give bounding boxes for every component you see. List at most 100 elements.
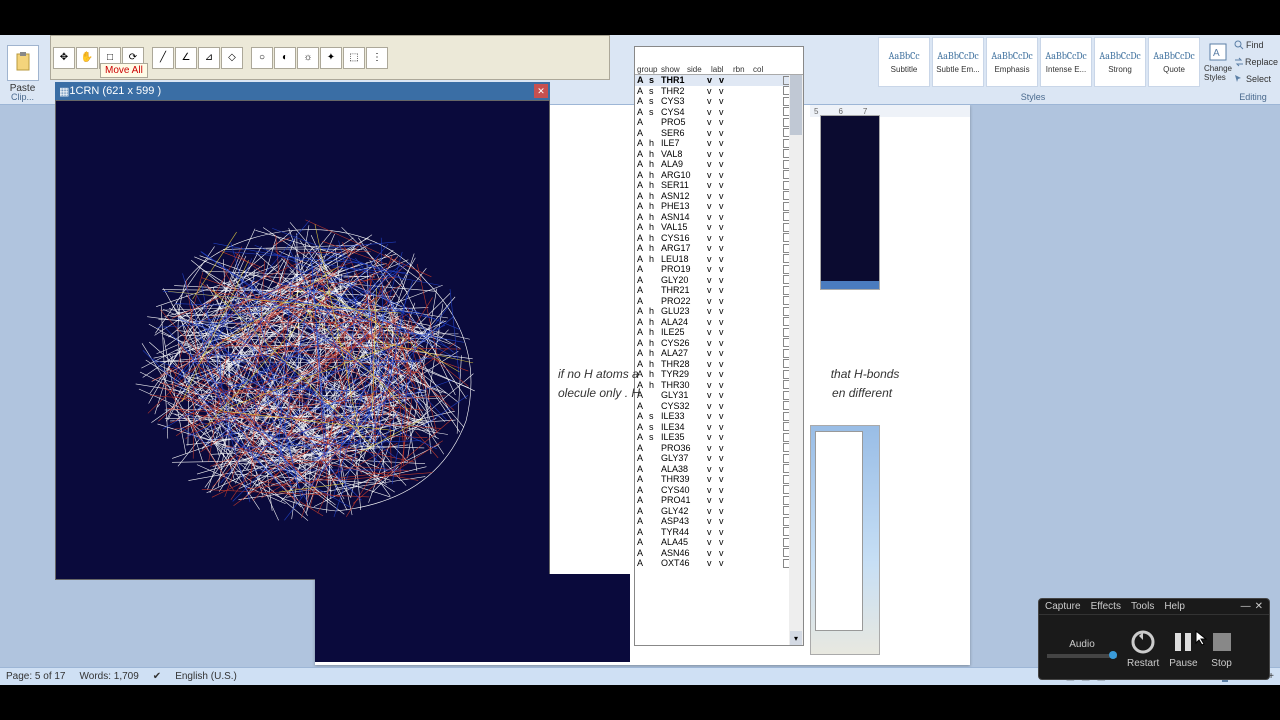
residue-row[interactable]: AGLY42vv bbox=[635, 506, 803, 517]
scroll-down-button[interactable]: ▾ bbox=[790, 631, 802, 645]
letterbox-top bbox=[0, 0, 1280, 35]
residue-row[interactable]: AALA38vv bbox=[635, 464, 803, 475]
scroll-thumb[interactable] bbox=[790, 75, 802, 135]
style-emphasis[interactable]: AaBbCcDcEmphasis bbox=[986, 37, 1038, 87]
residue-row[interactable]: AsCYS3vv bbox=[635, 96, 803, 107]
residue-row[interactable]: AhILE7vv bbox=[635, 138, 803, 149]
menu-capture[interactable]: Capture bbox=[1045, 601, 1081, 612]
viewer-close-button[interactable]: ✕ bbox=[534, 84, 548, 98]
residue-row[interactable]: APRO41vv bbox=[635, 495, 803, 506]
tool-btn-12[interactable]: ✦ bbox=[320, 47, 342, 69]
residue-row[interactable]: AhALA9vv bbox=[635, 159, 803, 170]
tool-btn-5[interactable]: ╱ bbox=[152, 47, 174, 69]
menu-help[interactable]: Help bbox=[1164, 601, 1185, 612]
pause-icon bbox=[1169, 628, 1197, 656]
residue-panel: group show side labl rbn col AsTHR1vvAsT… bbox=[634, 46, 804, 646]
letterbox-bottom bbox=[0, 685, 1280, 720]
tool-btn-13[interactable]: ⬚ bbox=[343, 47, 365, 69]
doc-text-fragment: if no H atoms axxxxxxxxxxxxxxxxxxxxxxxxx… bbox=[558, 365, 968, 403]
styles-gallery[interactable]: AaBbCcSubtitleAaBbCcDcSubtle Em...AaBbCc… bbox=[878, 37, 1200, 87]
residue-row[interactable]: ATYR44vv bbox=[635, 527, 803, 538]
residue-row[interactable]: AGLY37vv bbox=[635, 453, 803, 464]
restart-button[interactable]: Restart bbox=[1127, 628, 1159, 669]
paste-button[interactable] bbox=[7, 45, 39, 81]
residue-row[interactable]: AGLY20vv bbox=[635, 275, 803, 286]
change-styles-button[interactable]: A Change Styles bbox=[1204, 37, 1232, 87]
style-quote[interactable]: AaBbCcDcQuote bbox=[1148, 37, 1200, 87]
style-intensee[interactable]: AaBbCcDcIntense E... bbox=[1040, 37, 1092, 87]
residue-row[interactable]: AhVAL8vv bbox=[635, 149, 803, 160]
viewer-title-text: 1CRN (621 x 599 ) bbox=[69, 85, 161, 97]
residue-row[interactable]: AASP43vv bbox=[635, 516, 803, 527]
move-all-tooltip: Move All bbox=[100, 63, 148, 78]
residue-row[interactable]: AhARG17vv bbox=[635, 243, 803, 254]
residue-row[interactable]: AhARG10vv bbox=[635, 170, 803, 181]
menu-effects[interactable]: Effects bbox=[1091, 601, 1121, 612]
residue-row[interactable]: ATHR21vv bbox=[635, 285, 803, 296]
tool-btn-2[interactable]: ✋ bbox=[76, 47, 98, 69]
residue-row[interactable]: AhPHE13vv bbox=[635, 201, 803, 212]
residue-row[interactable]: AhSER11vv bbox=[635, 180, 803, 191]
tool-btn-11[interactable]: ☼ bbox=[297, 47, 319, 69]
stop-button[interactable]: Stop bbox=[1208, 628, 1236, 669]
residue-row[interactable]: AhALA27vv bbox=[635, 348, 803, 359]
tool-btn-6[interactable]: ∠ bbox=[175, 47, 197, 69]
residue-scrollbar[interactable]: ▴ ▾ bbox=[789, 75, 803, 645]
protein-mesh bbox=[106, 161, 506, 561]
pause-button[interactable]: Pause bbox=[1169, 628, 1197, 669]
audio-label: Audio bbox=[1069, 639, 1095, 650]
residue-row[interactable]: AhLEU18vv bbox=[635, 254, 803, 265]
audio-slider[interactable] bbox=[1047, 654, 1117, 658]
tool-btn-14[interactable]: ⋮ bbox=[366, 47, 388, 69]
menu-tools[interactable]: Tools bbox=[1131, 601, 1154, 612]
status-words[interactable]: Words: 1,709 bbox=[80, 671, 139, 682]
tool-btn-9[interactable]: ○ bbox=[251, 47, 273, 69]
residue-row[interactable]: ASER6vv bbox=[635, 128, 803, 139]
residue-list[interactable]: AsTHR1vvAsTHR2vvAsCYS3vvAsCYS4vvAPRO5vvA… bbox=[635, 75, 803, 629]
recorder-close-button[interactable]: ✕ bbox=[1255, 601, 1263, 612]
residue-row[interactable]: APRO36vv bbox=[635, 443, 803, 454]
residue-row[interactable]: AASN46vv bbox=[635, 548, 803, 559]
status-page[interactable]: Page: 5 of 17 bbox=[6, 671, 66, 682]
residue-row[interactable]: APRO19vv bbox=[635, 264, 803, 275]
residue-row[interactable]: AhILE25vv bbox=[635, 327, 803, 338]
residue-row[interactable]: AsILE35vv bbox=[635, 432, 803, 443]
status-language[interactable]: English (U.S.) bbox=[175, 671, 237, 682]
screen-recorder-widget[interactable]: Capture Effects Tools Help — ✕ Audio Res… bbox=[1038, 598, 1270, 680]
tool-btn-8[interactable]: ◇ bbox=[221, 47, 243, 69]
molecular-viewer[interactable] bbox=[55, 100, 550, 580]
residue-row[interactable]: AhALA24vv bbox=[635, 317, 803, 328]
doc-embedded-image-1 bbox=[820, 115, 880, 290]
residue-row[interactable]: AhGLU23vv bbox=[635, 306, 803, 317]
find-button[interactable]: Find bbox=[1234, 40, 1278, 50]
residue-row[interactable]: ACYS40vv bbox=[635, 485, 803, 496]
replace-button[interactable]: Replace bbox=[1234, 57, 1278, 67]
residue-row[interactable]: ATHR39vv bbox=[635, 474, 803, 485]
select-button[interactable]: Select bbox=[1234, 74, 1278, 84]
style-subtitle[interactable]: AaBbCcSubtitle bbox=[878, 37, 930, 87]
viewer-titlebar[interactable]: ▦ 1CRN (621 x 599 ) ✕ bbox=[55, 82, 550, 100]
style-strong[interactable]: AaBbCcDcStrong bbox=[1094, 37, 1146, 87]
change-styles-label: Change Styles bbox=[1204, 64, 1232, 82]
residue-row[interactable]: AhASN12vv bbox=[635, 191, 803, 202]
residue-row[interactable]: AsILE33vv bbox=[635, 411, 803, 422]
residue-row[interactable]: APRO22vv bbox=[635, 296, 803, 307]
residue-row[interactable]: AOXT46vv bbox=[635, 558, 803, 569]
residue-row[interactable]: APRO5vv bbox=[635, 117, 803, 128]
tool-btn-7[interactable]: ⊿ bbox=[198, 47, 220, 69]
residue-row[interactable]: AhCYS16vv bbox=[635, 233, 803, 244]
status-proofing-icon[interactable]: ✔ bbox=[153, 671, 161, 682]
tool-btn-10[interactable]: ◐ bbox=[274, 47, 296, 69]
residue-row[interactable]: AALA45vv bbox=[635, 537, 803, 548]
residue-row[interactable]: AsCYS4vv bbox=[635, 107, 803, 118]
residue-row[interactable]: AhVAL15vv bbox=[635, 222, 803, 233]
style-subtleem[interactable]: AaBbCcDcSubtle Em... bbox=[932, 37, 984, 87]
residue-row[interactable]: AhASN14vv bbox=[635, 212, 803, 223]
tool-btn-1[interactable]: ✥ bbox=[53, 47, 75, 69]
residue-row[interactable]: AsILE34vv bbox=[635, 422, 803, 433]
residue-row[interactable]: AsTHR1vv bbox=[635, 75, 803, 86]
residue-row[interactable]: AsTHR2vv bbox=[635, 86, 803, 97]
editing-group: Find Replace Select bbox=[1234, 37, 1278, 87]
residue-row[interactable]: AhCYS26vv bbox=[635, 338, 803, 349]
recorder-minimize-button[interactable]: — bbox=[1241, 601, 1251, 612]
